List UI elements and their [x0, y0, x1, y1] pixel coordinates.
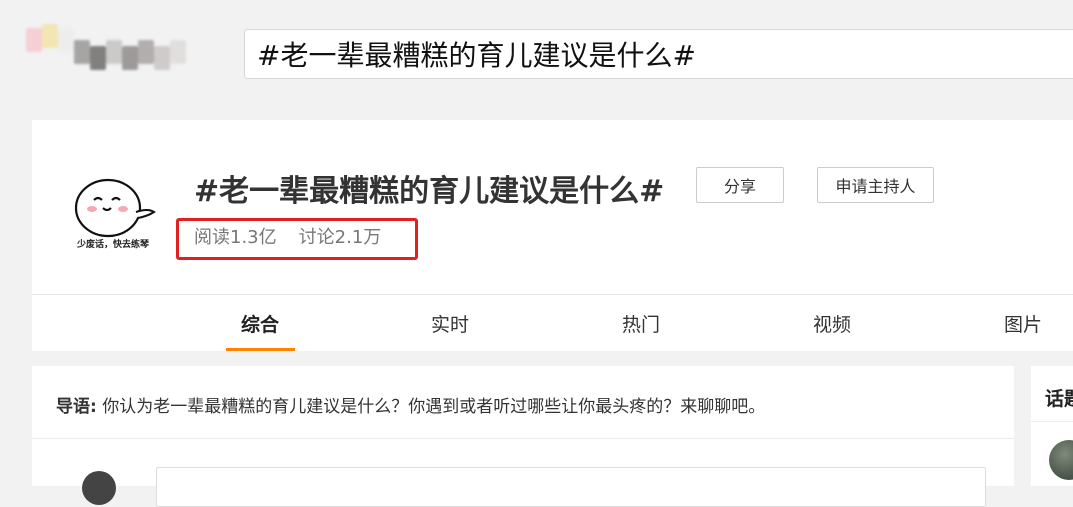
intro-divider — [32, 438, 1014, 439]
sidebar-card: 话题 — [1031, 366, 1073, 486]
search-query: #老一辈最糟糕的育儿建议是什么# — [257, 39, 696, 72]
intro-line: 导语: 你认为老一辈最糟糕的育儿建议是什么？你遇到或者听过哪些让你最头疼的？来聊… — [56, 392, 765, 417]
intro-text: 你认为老一辈最糟糕的育儿建议是什么？你遇到或者听过哪些让你最头疼的？来聊聊吧。 — [102, 397, 766, 417]
apply-host-button[interactable]: 申请主持人 — [817, 167, 934, 203]
topic-title: #老一辈最糟糕的育儿建议是什么# — [194, 174, 665, 209]
site-logo[interactable] — [26, 24, 200, 84]
tab-hot[interactable]: 热门 — [622, 310, 660, 337]
sidebar-thumbnail[interactable] — [1049, 440, 1073, 480]
tabs-divider — [32, 294, 1073, 295]
user-avatar[interactable] — [82, 471, 116, 505]
topic-header-card: 少废话，快去练琴 #老一辈最糟糕的育儿建议是什么# 阅读1.3亿 讨论2.1万 … — [32, 120, 1073, 351]
post-input[interactable] — [156, 467, 986, 507]
topic-avatar: 少废话，快去练琴 — [68, 162, 158, 254]
tab-images[interactable]: 图片 — [1004, 310, 1042, 337]
tab-realtime[interactable]: 实时 — [431, 310, 469, 337]
intro-label: 导语: — [56, 397, 97, 417]
tab-comprehensive[interactable]: 综合 — [241, 310, 279, 337]
tab-video[interactable]: 视频 — [813, 310, 851, 337]
share-button[interactable]: 分享 — [696, 167, 784, 203]
stats-highlight-box — [176, 218, 418, 260]
sidebar-title: 话题 — [1045, 388, 1073, 410]
intro-card: 导语: 你认为老一辈最糟糕的育儿建议是什么？你遇到或者听过哪些让你最头疼的？来聊… — [32, 366, 1014, 507]
search-input[interactable]: #老一辈最糟糕的育儿建议是什么# — [244, 29, 1073, 79]
active-tab-indicator — [226, 348, 295, 351]
sidebar-divider — [1031, 421, 1073, 422]
avatar-caption: 少废话，快去练琴 — [76, 240, 149, 250]
